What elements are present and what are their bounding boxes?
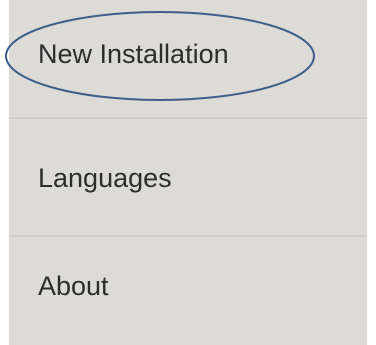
menu-item-label: Languages (38, 162, 172, 193)
menu-item-label: New Installation (38, 39, 229, 69)
overflow-menu: New Installation Languages About (9, 0, 367, 345)
menu-item-about[interactable]: About (9, 240, 367, 345)
menu-item-label: About (38, 271, 109, 301)
menu-item-languages[interactable]: Languages (9, 122, 367, 234)
menu-divider (9, 117, 367, 119)
menu-item-new-installation[interactable]: New Installation (9, 0, 367, 115)
menu-divider (9, 235, 367, 237)
